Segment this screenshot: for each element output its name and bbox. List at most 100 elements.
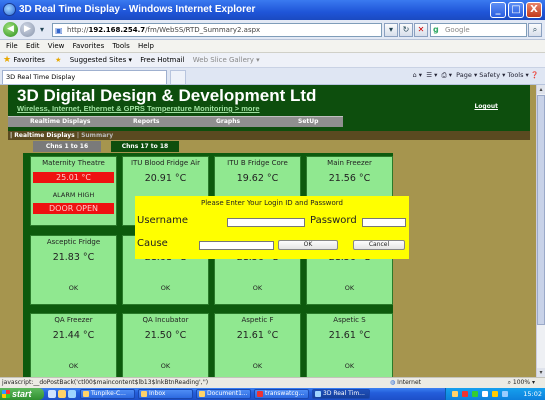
feeds-icon[interactable]: ☰ bbox=[426, 71, 432, 79]
sensor-tile-aspetic-s[interactable]: Aspetic S 21.61 °C OK bbox=[306, 313, 393, 377]
menu-view[interactable]: View bbox=[48, 42, 65, 50]
tray-icon[interactable] bbox=[462, 391, 468, 397]
password-input[interactable] bbox=[362, 218, 406, 227]
forward-button[interactable]: ▶ bbox=[20, 22, 35, 37]
task-3d-real-time[interactable]: 3D Real Tim... bbox=[312, 389, 370, 399]
security-zone: ◍ Internet bbox=[390, 378, 421, 388]
site-subtitle-link[interactable]: Wireless, Internet, Ethernet & GPRS Temp… bbox=[17, 104, 260, 113]
tray-icon[interactable] bbox=[482, 391, 488, 397]
zone-label: Internet bbox=[397, 379, 421, 386]
menu-favorites[interactable]: Favorites bbox=[73, 42, 105, 50]
ie-icon bbox=[3, 3, 16, 16]
page-icon: ▣ bbox=[55, 26, 63, 35]
compat-view-button[interactable]: ▾ bbox=[384, 23, 398, 37]
refresh-button[interactable]: ↻ bbox=[399, 23, 413, 37]
command-menus[interactable]: Page ▾ Safety ▾ Tools ▾ bbox=[456, 71, 529, 79]
sensor-tile-asceptic-fridge[interactable]: Asceptic Fridge 21.83 °C OK bbox=[30, 235, 117, 305]
menu-realtime-displays[interactable]: Realtime Displays bbox=[30, 117, 90, 127]
search-button[interactable]: ⌕ bbox=[528, 23, 542, 37]
task-document1[interactable]: Document1... bbox=[196, 389, 251, 399]
command-bar[interactable]: ⌂ ▾ ☰ ▾ ⎙ ▾ Page ▾ Safety ▾ Tools ▾ ❓ bbox=[413, 71, 539, 80]
sensor-tile-aspetic-f[interactable]: Aspetic F 21.61 °C OK bbox=[214, 313, 301, 377]
sensor-value: 21.44 °C bbox=[52, 330, 95, 341]
menu-graphs[interactable]: Graphs bbox=[216, 117, 240, 127]
cause-input[interactable] bbox=[199, 241, 274, 250]
vertical-scrollbar[interactable]: ▴ ▾ bbox=[536, 85, 545, 377]
task-icon bbox=[141, 391, 147, 397]
minimize-button[interactable]: _ bbox=[490, 2, 506, 18]
scroll-down-icon[interactable]: ▾ bbox=[537, 368, 545, 377]
url-path: /fm/WebSS/RTD_Summary2.aspx bbox=[145, 26, 261, 34]
fav-suggested-sites[interactable]: Suggested Sites ▾ bbox=[70, 56, 132, 64]
breadcrumb-section[interactable]: | Realtime Displays bbox=[10, 132, 75, 139]
sensor-value: 21.61 °C bbox=[236, 330, 279, 341]
close-button[interactable]: X bbox=[526, 2, 542, 18]
sensor-value: 21.61 °C bbox=[328, 330, 371, 341]
task-icon bbox=[315, 391, 321, 397]
task-inbox[interactable]: Inbox bbox=[138, 389, 193, 399]
sensor-name: ITU Blood Fridge Air bbox=[130, 159, 201, 167]
sensor-status: OK bbox=[344, 284, 355, 292]
sensor-value: 19.62 °C bbox=[236, 173, 279, 184]
sensor-value: 20.91 °C bbox=[144, 173, 187, 184]
system-tray: 15:02 bbox=[445, 388, 545, 400]
scroll-up-icon[interactable]: ▴ bbox=[537, 85, 545, 94]
tray-icon[interactable] bbox=[492, 391, 498, 397]
windows-flag-icon bbox=[2, 390, 10, 398]
add-favorite-icon[interactable]: ★ bbox=[55, 56, 61, 64]
address-bar: ◀ ▶ ▾ ▣ http://192.168.254.7/fm/WebSS/RT… bbox=[0, 20, 545, 40]
scroll-thumb[interactable] bbox=[537, 95, 545, 325]
username-input[interactable] bbox=[227, 218, 305, 227]
fav-free-hotmail[interactable]: Free Hotmail bbox=[140, 56, 184, 64]
cancel-button[interactable]: Cancel bbox=[353, 240, 405, 250]
tab-label: 3D Real Time Display bbox=[6, 73, 76, 81]
maximize-button[interactable]: □ bbox=[508, 2, 524, 18]
task-icon bbox=[83, 391, 89, 397]
tray-icon[interactable] bbox=[472, 391, 478, 397]
home-icon[interactable]: ⌂ bbox=[413, 71, 417, 79]
sensor-name: QA Incubator bbox=[142, 316, 189, 324]
history-dropdown-icon[interactable]: ▾ bbox=[36, 24, 48, 36]
print-icon[interactable]: ⎙ bbox=[441, 71, 446, 79]
favorites-label[interactable]: Favorites bbox=[13, 56, 45, 64]
quicklaunch-media-icon[interactable] bbox=[68, 390, 76, 398]
stop-button[interactable]: ✕ bbox=[414, 23, 428, 37]
password-label: Password bbox=[310, 215, 357, 226]
favorites-star-icon[interactable]: ★ bbox=[3, 55, 11, 65]
menu-edit[interactable]: Edit bbox=[26, 42, 40, 50]
username-label: Username bbox=[137, 215, 188, 226]
new-tab-button[interactable] bbox=[170, 70, 186, 84]
tray-icon[interactable] bbox=[502, 391, 508, 397]
fav-web-slice-gallery[interactable]: Web Slice Gallery ▾ bbox=[193, 56, 260, 64]
search-input[interactable]: g Google bbox=[430, 23, 527, 37]
ok-button[interactable]: OK bbox=[278, 240, 338, 250]
alarm-label: ALARM HIGH bbox=[52, 191, 95, 199]
menu-help[interactable]: Help bbox=[138, 42, 154, 50]
menu-reports[interactable]: Reports bbox=[133, 117, 160, 127]
zoom-control[interactable]: ⌕ 100% ▾ bbox=[508, 378, 535, 388]
task-label: Tunpike-C... bbox=[91, 390, 126, 397]
logout-link[interactable]: Logout bbox=[474, 103, 498, 110]
tab-chns-17-to-18[interactable]: Chns 17 to 18 bbox=[111, 141, 179, 152]
menu-file[interactable]: File bbox=[6, 42, 18, 50]
tray-icon[interactable] bbox=[452, 391, 458, 397]
site-menu: Realtime Displays Reports Graphs SetUp bbox=[8, 116, 343, 127]
task-transwatcg[interactable]: transwatcg... bbox=[254, 389, 309, 399]
menu-tools[interactable]: Tools bbox=[112, 42, 129, 50]
quicklaunch-folder-icon[interactable] bbox=[58, 390, 66, 398]
menu-setup[interactable]: SetUp bbox=[298, 117, 318, 127]
back-button[interactable]: ◀ bbox=[3, 22, 18, 37]
sensor-tile-qa-incubator[interactable]: QA Incubator 21.50 °C OK bbox=[122, 313, 209, 377]
sensor-tile-maternity-theatre[interactable]: Maternity Theatre 25.01 °C ALARM HIGH DO… bbox=[30, 156, 117, 226]
start-button[interactable]: start bbox=[0, 388, 44, 400]
breadcrumb: | Realtime Displays | Summary bbox=[8, 131, 530, 140]
help-icon[interactable]: ❓ bbox=[531, 71, 539, 79]
tab-3d-real-time-display[interactable]: 3D Real Time Display bbox=[2, 70, 167, 84]
url-input[interactable]: ▣ http://192.168.254.7/fm/WebSS/RTD_Summ… bbox=[52, 23, 382, 37]
task-tunpike[interactable]: Tunpike-C... bbox=[80, 389, 135, 399]
sensor-tile-qa-freezer[interactable]: QA Freezer 21.44 °C OK bbox=[30, 313, 117, 377]
taskbar: start Tunpike-C... Inbox Document1... tr… bbox=[0, 388, 545, 400]
quicklaunch-ie-icon[interactable] bbox=[48, 390, 56, 398]
sensor-value: 21.83 °C bbox=[52, 252, 95, 263]
tab-chns-1-to-16[interactable]: Chns 1 to 16 bbox=[33, 141, 101, 152]
